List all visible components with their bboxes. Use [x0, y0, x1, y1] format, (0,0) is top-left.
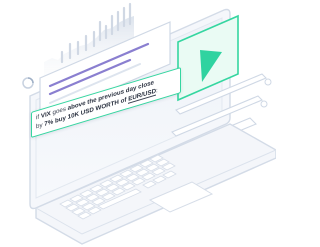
text-buy: buy	[53, 113, 68, 126]
text-colon: :	[156, 86, 158, 95]
trading-illustration: if VIX goes above the previous day close…	[0, 0, 276, 247]
text-amount: 10K	[67, 110, 80, 121]
refresh-icon	[22, 77, 34, 89]
text-pct: 7%	[44, 118, 54, 129]
